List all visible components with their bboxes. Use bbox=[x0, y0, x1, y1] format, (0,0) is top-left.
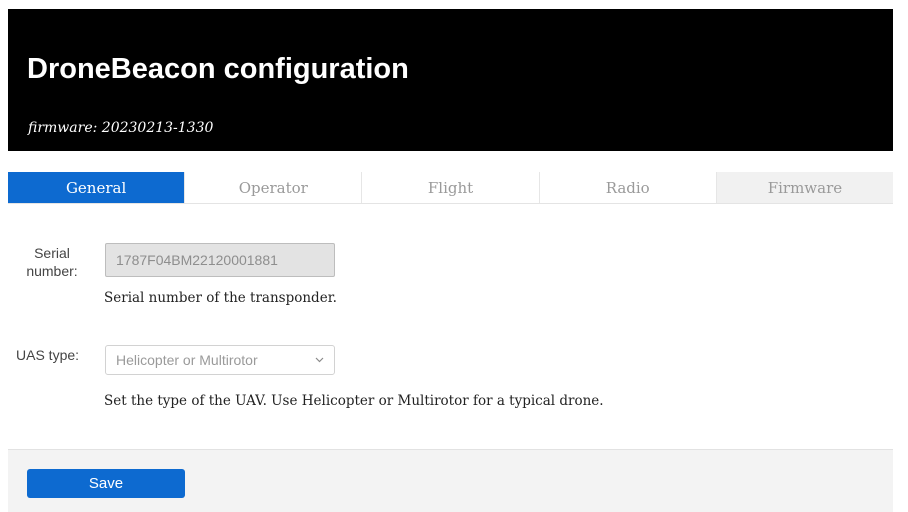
uas-type-help: Set the type of the UAV. Use Helicopter … bbox=[104, 393, 604, 409]
tab-general[interactable]: General bbox=[8, 172, 186, 203]
chevron-down-icon bbox=[314, 355, 324, 365]
form-footer: Save bbox=[8, 449, 893, 512]
tab-firmware[interactable]: Firmware bbox=[716, 172, 894, 203]
save-button[interactable]: Save bbox=[27, 469, 185, 498]
tab-operator[interactable]: Operator bbox=[185, 172, 363, 203]
tab-radio[interactable]: Radio bbox=[539, 172, 717, 203]
page-title: DroneBeacon configuration bbox=[27, 53, 409, 85]
serial-number-input[interactable] bbox=[105, 243, 335, 277]
uas-type-select[interactable]: Helicopter or Multirotor bbox=[105, 345, 335, 375]
serial-number-help: Serial number of the transponder. bbox=[104, 290, 337, 306]
uas-type-label: UAS type: bbox=[16, 347, 80, 363]
uas-type-value: Helicopter or Multirotor bbox=[116, 352, 258, 368]
serial-number-label: Serial number: bbox=[26, 245, 78, 279]
firmware-version: firmware: 20230213-1330 bbox=[28, 120, 214, 136]
page-header: DroneBeacon configuration firmware: 2023… bbox=[8, 9, 893, 151]
tab-flight[interactable]: Flight bbox=[362, 172, 540, 203]
tab-bar: General Operator Flight Radio Firmware bbox=[8, 172, 894, 204]
